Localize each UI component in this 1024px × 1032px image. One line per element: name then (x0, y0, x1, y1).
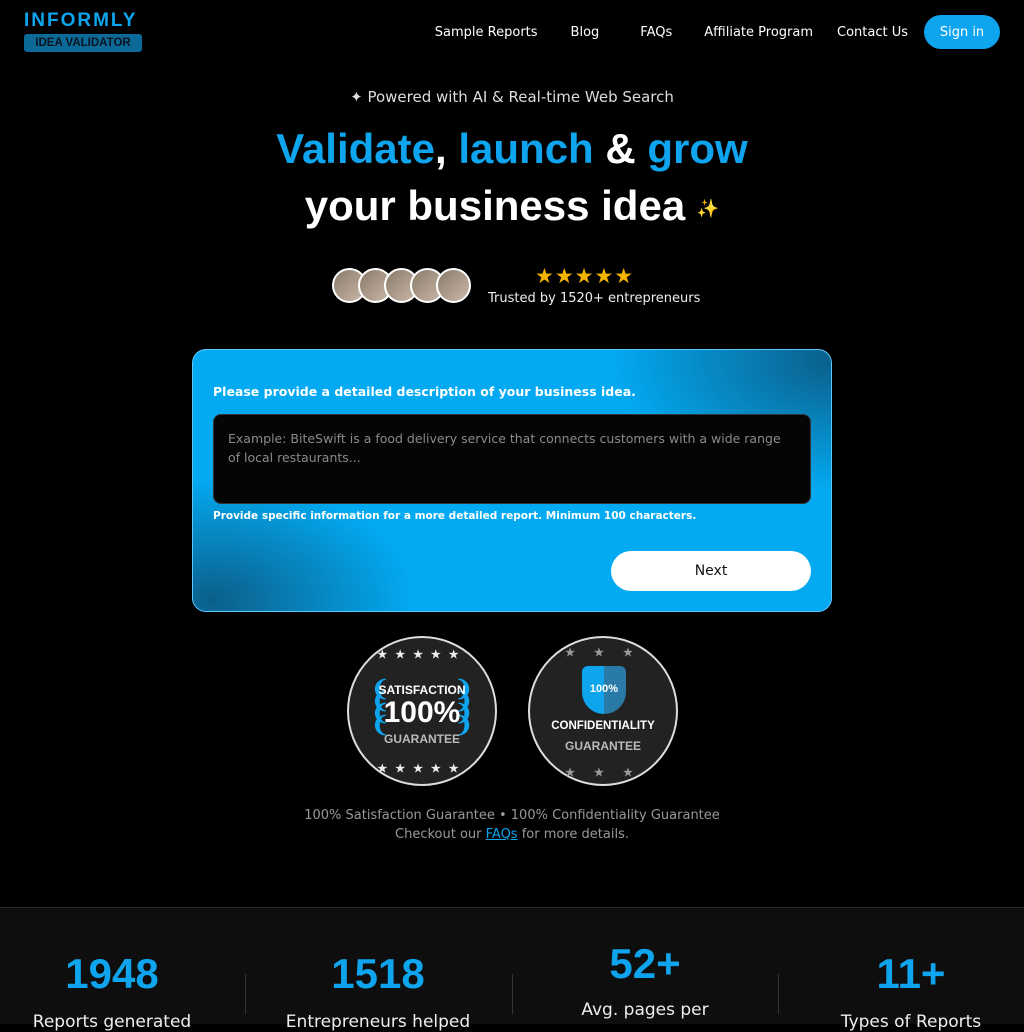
top-nav: Sample Reports Blog FAQs Affiliate Progr… (435, 15, 1000, 49)
stats-section: 1948 Reports generated 1518 Entrepreneurs … (0, 907, 1024, 1032)
stat-number: 11+ (876, 950, 946, 997)
logo-badge: IDEA VALIDATOR (24, 34, 142, 52)
stat-number: 1518 (331, 950, 425, 997)
stat-report-types: 11+ Types of Reports (781, 950, 1024, 1032)
nav-sample-reports[interactable]: Sample Reports (435, 25, 538, 40)
nav-contact-us[interactable]: Contact Us (837, 25, 908, 40)
nav-blog[interactable]: Blog (571, 25, 600, 40)
nav-affiliate-program[interactable]: Affiliate Program (704, 25, 813, 40)
title-validate: Validate (276, 125, 436, 172)
next-button[interactable]: Next (611, 551, 811, 591)
nav-faqs[interactable]: FAQs (640, 25, 672, 40)
stat-label: Reports generated (32, 1012, 192, 1032)
hero-title: Validate, launch & grow your business id… (0, 120, 1024, 237)
sparkles-icon: ✨ (696, 198, 720, 219)
sparkle-icon: ✦ (350, 88, 368, 106)
badge-percent: 100% (589, 683, 619, 695)
logo[interactable]: INFORMLY IDEA VALIDATOR (24, 10, 142, 52)
trusted-text: Trusted by 1520+ entrepreneurs (488, 291, 701, 306)
stat-label: Avg. pages per (581, 1000, 709, 1020)
powered-by: ✦ Powered with AI & Real-time Web Search (0, 88, 1024, 106)
badge-text: GUARANTEE (383, 732, 460, 746)
avatar (436, 268, 471, 303)
stars-icon: ★ ★ ★ (565, 647, 641, 659)
idea-form-card: Please provide a detailed description of… (192, 349, 832, 612)
stat-pages: 52+ Avg. pages per (515, 940, 775, 1020)
divider (245, 974, 246, 1014)
title-grow: grow (647, 125, 748, 172)
title-amp: & (605, 125, 636, 172)
guarantee-line: 100% Satisfaction Guarantee • 100% Confi… (304, 808, 720, 823)
stat-entrepreneurs: 1518 Entrepreneurs helped (248, 950, 508, 1032)
title-comma: , (435, 125, 447, 172)
badge-percent: 100% (383, 696, 461, 729)
idea-description-input[interactable] (213, 414, 811, 504)
idea-hint: Provide specific information for a more … (213, 510, 697, 522)
shield-icon: 100% (582, 666, 626, 714)
stars-icon: ★ ★ ★ (565, 767, 641, 779)
badge-text: GUARANTEE (564, 739, 641, 753)
stat-number: 52+ (609, 940, 681, 987)
guarantee-note: 100% Satisfaction Guarantee • 100% Confi… (0, 806, 1024, 844)
divider (778, 974, 779, 1014)
stat-number: 1948 (65, 950, 159, 997)
badge-text: SATISFACTION (378, 683, 466, 697)
rating-stars-icon: ★★★★★ (535, 264, 635, 288)
faq-prefix: Checkout our (395, 827, 486, 842)
avatar-group (332, 268, 471, 303)
badge-text: CONFIDENTIALITY (551, 720, 655, 732)
faqs-link[interactable]: FAQs (486, 827, 518, 842)
confidentiality-guarantee-badge: ★ ★ ★ 100% CONFIDENTIALITY GUARANTEE ★ ★… (528, 636, 678, 786)
sign-in-button[interactable]: Sign in (924, 15, 1000, 49)
idea-label: Please provide a detailed description of… (213, 384, 636, 399)
stat-reports: 1948 Reports generated (0, 950, 242, 1032)
title-launch: launch (458, 125, 594, 172)
stat-label: Entrepreneurs helped (285, 1012, 471, 1032)
stars-icon: ★★★★★ (377, 763, 467, 775)
stars-icon: ★★★★★ (377, 649, 467, 661)
faq-suffix: for more details. (517, 827, 629, 842)
stat-label: Types of Reports (840, 1012, 982, 1032)
logo-wordmark: INFORMLY (24, 10, 138, 31)
powered-text: Powered with AI & Real-time Web Search (367, 88, 674, 106)
satisfaction-guarantee-badge: ★★★★★ ❨ ❨ ❨ ❨ ❩ ❩ ❩ ❩ SATISFACTION 100% GUARAN… (347, 636, 497, 786)
divider (512, 974, 513, 1014)
title-line2: your business idea (304, 182, 686, 229)
